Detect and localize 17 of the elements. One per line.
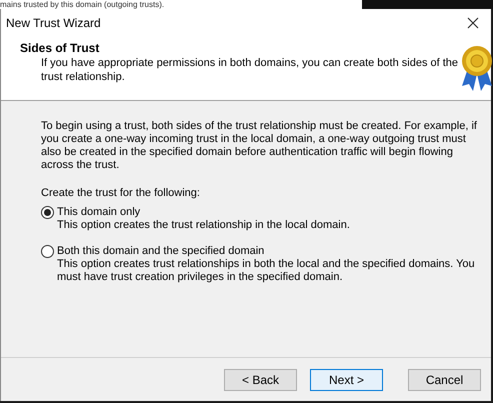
page-subtitle: If you have appropriate permissions in both domains, you can create both sides of the trust relationship. bbox=[40, 56, 460, 84]
window-title: New Trust Wizard bbox=[6, 15, 101, 32]
wizard-button[interactable]: Next > bbox=[310, 368, 383, 390]
radio-button[interactable] bbox=[41, 206, 54, 219]
option-description: This option creates trust relationships in both the local and the specified domains. You must have trust creation privileges in the specified domain. bbox=[56, 258, 476, 284]
background-text: mains trusted by this domain (outgoing trusts). bbox=[0, 1, 164, 9]
option-description: This option creates the trust relationship in the local domain. bbox=[56, 219, 351, 232]
radio-button[interactable] bbox=[41, 245, 54, 258]
option-label[interactable]: This domain only bbox=[57, 206, 140, 219]
page-title: Sides of Trust bbox=[20, 41, 100, 56]
wizard-button[interactable]: Cancel bbox=[408, 368, 481, 390]
wizard-button[interactable]: < Back bbox=[224, 368, 297, 390]
prompt-label: Create the trust for the following: bbox=[41, 187, 201, 200]
intro-paragraph: To begin using a trust, both sides of the trust relationship must be created. For example, if you create a one-way incoming trust in the local domain, a one-way outgoing trust must also be created in the specified domain before authentication traffic will begin flowing across the trust. bbox=[41, 120, 478, 172]
award-ribbon-icon bbox=[460, 44, 493, 92]
option-label[interactable]: Both this domain and the specified domain bbox=[57, 245, 264, 258]
close-icon bbox=[467, 17, 479, 29]
